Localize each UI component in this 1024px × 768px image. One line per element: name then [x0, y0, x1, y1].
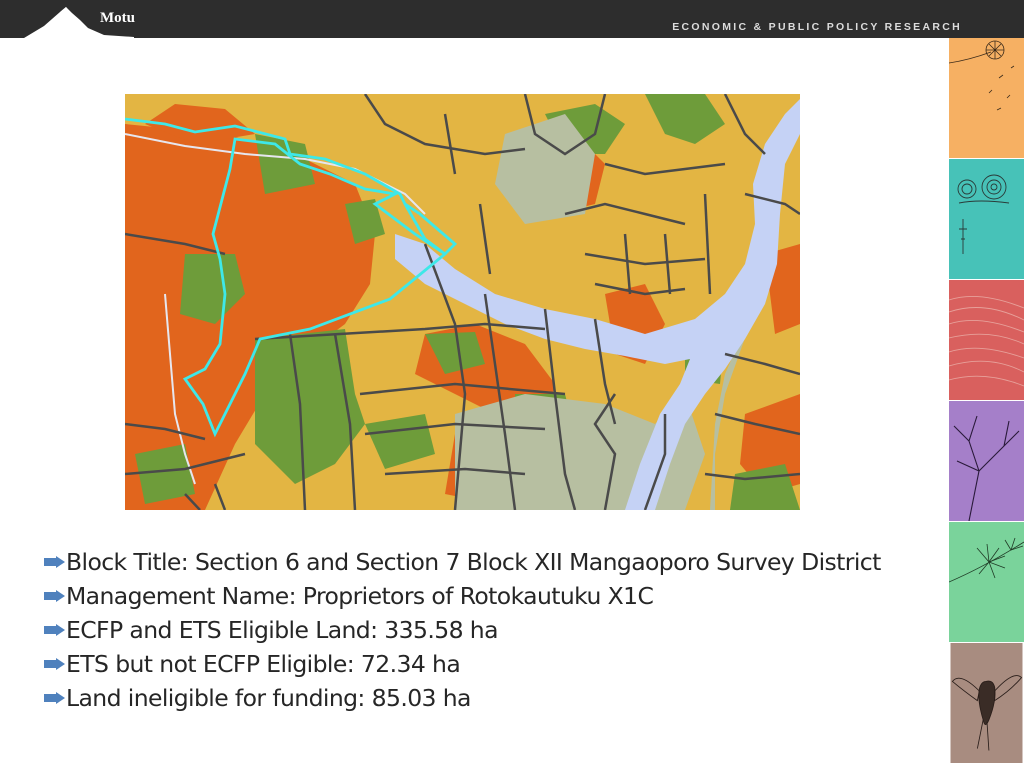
tree-branches-tile	[949, 401, 1024, 521]
list-item: Management Name: Proprietors of Rotokaut…	[44, 579, 944, 613]
dandelion-tile	[949, 38, 1024, 158]
contour-lines-tile	[949, 280, 1024, 400]
bird-tile	[949, 643, 1024, 763]
arrow-bullet-icon	[44, 556, 65, 568]
list-item: Block Title: Section 6 and Section 7 Blo…	[44, 545, 944, 579]
arrow-bullet-icon	[44, 692, 65, 704]
pine-branch-tile	[949, 522, 1024, 642]
ets-only-eligible-land: ETS but not ECFP Eligible: 72.34 ha	[66, 650, 461, 678]
list-item: ETS but not ECFP Eligible: 72.34 ha	[44, 647, 944, 681]
header-bar: Motu ECONOMIC & PUBLIC POLICY RESEARCH	[0, 0, 1024, 38]
snail-tile	[949, 159, 1024, 279]
list-item: Land ineligible for funding: 85.03 ha	[44, 681, 944, 715]
block-details-list: Block Title: Section 6 and Section 7 Blo…	[44, 545, 944, 715]
list-item: ECFP and ETS Eligible Land: 335.58 ha	[44, 613, 944, 647]
ecfp-ets-eligible-land: ECFP and ETS Eligible Land: 335.58 ha	[66, 616, 499, 644]
arrow-bullet-icon	[44, 658, 65, 670]
management-name: Management Name: Proprietors of Rotokaut…	[66, 582, 654, 610]
logo-text: Motu	[100, 10, 135, 26]
arrow-bullet-icon	[44, 590, 65, 602]
ineligible-land: Land ineligible for funding: 85.03 ha	[66, 684, 471, 712]
land-eligibility-map	[125, 94, 800, 510]
decorative-side-strip	[949, 38, 1024, 768]
tagline: ECONOMIC & PUBLIC POLICY RESEARCH	[672, 21, 962, 33]
arrow-bullet-icon	[44, 624, 65, 636]
block-title: Block Title: Section 6 and Section 7 Blo…	[66, 548, 881, 576]
